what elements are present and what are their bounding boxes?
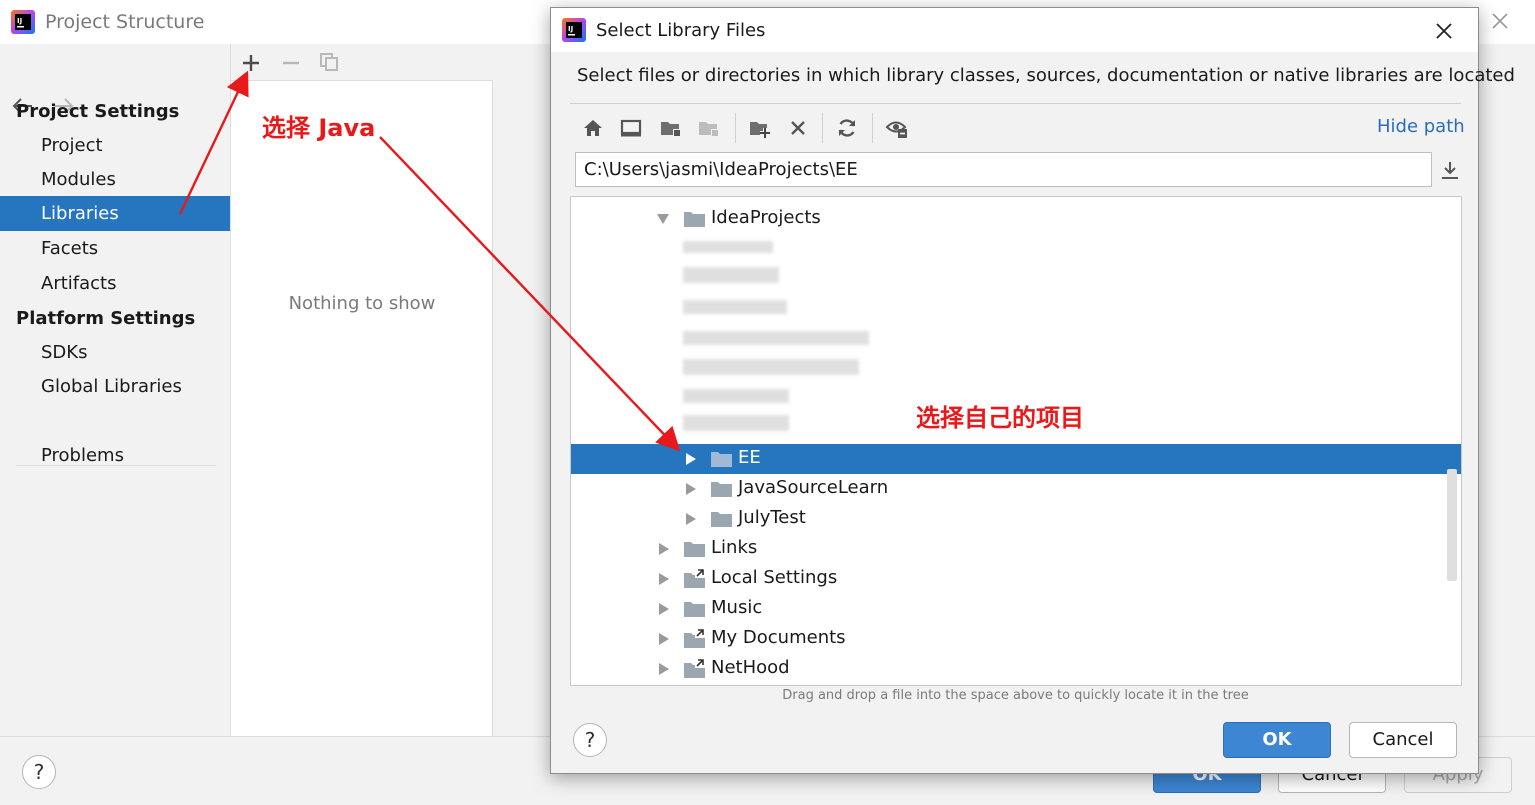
shortcut-folder-icon (684, 658, 705, 678)
tree-row-music[interactable]: Music (571, 594, 1461, 624)
sidebar-item-libraries[interactable]: Libraries (0, 196, 230, 231)
file-tree[interactable]: IdeaProjects EE JavaSourceLearn JulyTest… (570, 196, 1462, 686)
folder-icon (711, 512, 732, 527)
dialog-description: Select files or directories in which lib… (577, 65, 1515, 86)
file-chooser-toolbar (570, 110, 1461, 146)
close-icon[interactable] (1489, 10, 1511, 32)
select-library-files-dialog: IJ Select Library Files Select files or … (550, 7, 1515, 774)
folder-icon (684, 212, 705, 227)
sidebar-item-facets[interactable]: Facets (0, 231, 230, 266)
module-folder-icon[interactable] (696, 115, 722, 141)
expand-arrow-icon[interactable] (659, 603, 669, 615)
copy-icon[interactable] (319, 52, 339, 72)
empty-state-text: Nothing to show (288, 293, 436, 314)
expand-arrow-icon[interactable] (686, 453, 696, 465)
add-icon[interactable] (241, 53, 261, 73)
tree-label: JavaSourceLearn (738, 477, 889, 498)
new-folder-icon[interactable] (747, 115, 773, 141)
tree-row-my-documents[interactable]: My Documents (571, 624, 1461, 654)
folder-icon (684, 542, 705, 557)
dialog-titlebar: IJ Select Library Files (551, 8, 1478, 52)
tree-label: My Documents (711, 627, 846, 648)
help-button[interactable]: ? (22, 755, 56, 789)
tree-row-julytest[interactable]: JulyTest (571, 504, 1461, 534)
tree-label: IdeaProjects (711, 207, 821, 228)
folder-icon (711, 482, 732, 497)
toolbar-separator (735, 113, 736, 143)
tree-row-ideaprojects[interactable]: IdeaProjects (571, 204, 1461, 234)
tree-label: EE (738, 447, 761, 468)
home-icon[interactable] (580, 115, 606, 141)
expand-arrow-icon[interactable] (686, 483, 696, 495)
folder-icon (684, 602, 705, 617)
libraries-list-panel: Nothing to show (230, 44, 493, 736)
toolbar-separator (822, 113, 823, 143)
intellij-logo-icon: IJ (11, 10, 35, 34)
description-divider (570, 103, 1461, 104)
project-folder-icon[interactable] (658, 115, 684, 141)
sidebar-item-global-libraries[interactable]: Global Libraries (0, 369, 230, 404)
sidebar-item-artifacts[interactable]: Artifacts (0, 266, 230, 301)
cancel-button[interactable]: Cancel (1349, 722, 1457, 758)
tree-label: NetHood (711, 657, 790, 678)
tree-label: Links (711, 537, 758, 558)
refresh-icon[interactable] (834, 115, 860, 141)
folder-icon (711, 452, 732, 467)
libraries-toolbar (231, 44, 493, 81)
shortcut-folder-icon (684, 568, 705, 588)
path-input[interactable] (575, 152, 1432, 187)
tree-label: Local Settings (711, 567, 838, 588)
sidebar-item-problems[interactable]: Problems (0, 438, 230, 473)
sidebar-item-modules[interactable]: Modules (0, 162, 230, 197)
drag-drop-hint: Drag and drop a file into the space abov… (782, 688, 1249, 703)
hide-path-link[interactable]: Hide path (1377, 116, 1465, 137)
download-icon[interactable] (1439, 159, 1461, 181)
close-icon[interactable] (1432, 19, 1456, 43)
tree-row-local-settings[interactable]: Local Settings (571, 564, 1461, 594)
expand-arrow-icon[interactable] (686, 513, 696, 525)
sidebar-item-sdks[interactable]: SDKs (0, 335, 230, 370)
expand-arrow-icon[interactable] (659, 663, 669, 675)
show-hidden-icon[interactable] (884, 115, 910, 141)
tree-label: Music (711, 597, 763, 618)
delete-icon[interactable] (785, 115, 811, 141)
annotation-select-project: 选择自己的项目 (916, 404, 1084, 432)
shortcut-folder-icon (684, 628, 705, 648)
dialog-title: Select Library Files (596, 20, 766, 41)
tree-scrollbar[interactable] (1447, 469, 1457, 581)
window-title: Project Structure (45, 11, 205, 33)
project-structure-sidebar: Project Settings Project Modules Librari… (0, 44, 230, 736)
help-button[interactable]: ? (573, 723, 607, 757)
remove-icon[interactable] (281, 53, 301, 73)
collapse-arrow-icon[interactable] (657, 214, 669, 224)
expand-arrow-icon[interactable] (659, 543, 669, 555)
tree-row-javasourcelearn[interactable]: JavaSourceLearn (571, 474, 1461, 504)
project-settings-header: Project Settings (16, 101, 180, 122)
tree-label: JulyTest (738, 507, 806, 528)
intellij-logo-icon: IJ (562, 18, 586, 42)
tree-row-links[interactable]: Links (571, 534, 1461, 564)
expand-arrow-icon[interactable] (659, 633, 669, 645)
expand-arrow-icon[interactable] (659, 573, 669, 585)
toolbar-separator (872, 113, 873, 143)
tree-row-nethood[interactable]: NetHood (571, 654, 1461, 684)
annotation-select-java: 选择 Java (262, 114, 376, 142)
svg-text:IJ: IJ (568, 25, 573, 33)
svg-text:IJ: IJ (17, 17, 22, 25)
desktop-icon[interactable] (618, 115, 644, 141)
ok-button[interactable]: OK (1223, 722, 1331, 758)
sidebar-item-project[interactable]: Project (0, 128, 230, 163)
platform-settings-header: Platform Settings (16, 308, 196, 329)
tree-row-ee[interactable]: EE (571, 444, 1461, 474)
